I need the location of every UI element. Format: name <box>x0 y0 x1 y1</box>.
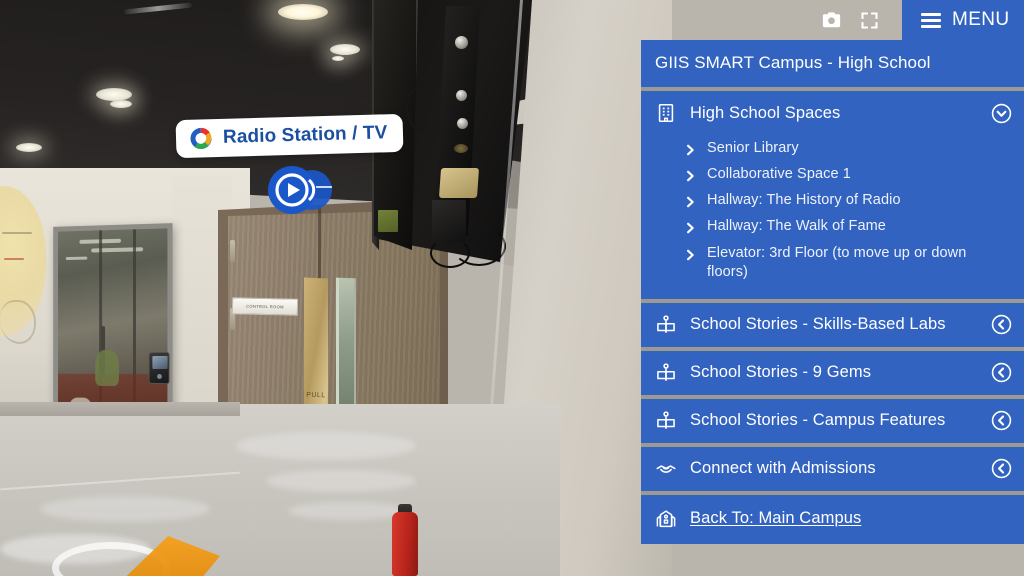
menu-section-connect-with-admissions: Connect with Admissions <box>641 447 1024 491</box>
chevron-right-icon <box>686 222 696 234</box>
menu-button[interactable]: MENU <box>902 0 1024 40</box>
chevron-down-circle-icon[interactable] <box>991 103 1012 124</box>
cable <box>430 238 470 268</box>
ceiling-light <box>110 100 132 108</box>
section-label: Connect with Admissions <box>690 459 978 478</box>
hotspot-label-text: Radio Station / TV <box>223 122 388 149</box>
section-sublist: Senior Library Collaborative Space 1 Hal… <box>641 135 1024 299</box>
ceiling-light <box>332 56 344 61</box>
list-item-label: Hallway: The History of Radio <box>707 191 901 210</box>
mount-bolt <box>455 36 468 49</box>
fullscreen-icon[interactable] <box>859 10 880 31</box>
list-item[interactable]: Elevator: 3rd Floor (to move up or down … <box>641 240 1024 286</box>
person-reading-book-icon <box>655 314 677 336</box>
mount-bolt <box>456 90 467 101</box>
person-reading-book-icon <box>655 410 677 432</box>
section-header[interactable]: School Stories - Skills-Based Labs <box>641 303 1024 347</box>
chevron-left-circle-icon[interactable] <box>991 362 1012 383</box>
floor-reflection <box>266 470 416 492</box>
list-item[interactable]: Hallway: The Walk of Fame <box>641 214 1024 240</box>
handshake-icon <box>655 458 677 480</box>
floor-skirting <box>0 402 240 416</box>
hamburger-icon <box>921 13 941 28</box>
menu-button-label: MENU <box>952 9 1010 31</box>
section-label: School Stories - Campus Features <box>690 411 978 430</box>
chevron-left-circle-icon[interactable] <box>991 314 1012 335</box>
list-item[interactable]: Collaborative Space 1 <box>641 161 1024 187</box>
fire-extinguisher <box>392 512 418 576</box>
chevron-right-icon <box>686 170 696 182</box>
back-link-label: Back To: Main Campus <box>690 509 861 528</box>
section-label: High School Spaces <box>690 104 978 123</box>
giis-swirl-logo <box>188 125 215 152</box>
interior-light <box>66 257 87 260</box>
section-header[interactable]: School Stories - Campus Features <box>641 399 1024 443</box>
section-label: School Stories - 9 Gems <box>690 363 978 382</box>
door-access-panel <box>149 352 170 384</box>
interior-plant <box>95 350 119 386</box>
ceiling-light <box>278 4 328 20</box>
back-to-main-campus-link[interactable]: Back To: Main Campus <box>641 495 1024 544</box>
wall-graphic-line <box>2 232 32 234</box>
chevron-right-icon <box>686 144 696 156</box>
campus-building-icon <box>655 508 677 530</box>
wall-graphic-curve <box>0 300 36 344</box>
building-icon <box>655 102 677 124</box>
mount-collar <box>439 168 479 198</box>
chevron-right-icon <box>686 249 696 261</box>
list-item[interactable]: Senior Library <box>641 135 1024 161</box>
tour-menu-panel: GIIS SMART Campus - High School High Sch… <box>641 40 1024 544</box>
list-item-label: Hallway: The Walk of Fame <box>707 217 886 236</box>
section-header[interactable]: Connect with Admissions <box>641 447 1024 491</box>
section-label: School Stories - Skills-Based Labs <box>690 315 978 334</box>
list-item-label: Collaborative Space 1 <box>707 165 851 184</box>
list-item-label: Elevator: 3rd Floor (to move up or down … <box>707 244 975 283</box>
door-hinge <box>230 240 235 262</box>
menu-section-campus-features: School Stories - Campus Features <box>641 399 1024 443</box>
chevron-left-circle-icon[interactable] <box>991 458 1012 479</box>
ceiling-light-strip <box>124 2 192 14</box>
section-header[interactable]: High School Spaces <box>641 91 1024 135</box>
mount-bolt <box>454 144 468 153</box>
menu-section-high-school-spaces: High School Spaces Senior Library Collab… <box>641 91 1024 299</box>
section-header[interactable]: School Stories - 9 Gems <box>641 351 1024 395</box>
menu-section-9-gems: School Stories - 9 Gems <box>641 351 1024 395</box>
floor-reflection <box>40 496 210 522</box>
toolbar-icon-group <box>820 0 902 40</box>
list-item[interactable]: Hallway: The History of Radio <box>641 188 1024 214</box>
person-reading-book-icon <box>655 362 677 384</box>
floor-reflection <box>236 432 416 460</box>
cable <box>406 86 434 130</box>
mount-bolt <box>457 118 468 129</box>
chevron-left-circle-icon[interactable] <box>991 410 1012 431</box>
viewer-toolbar: MENU <box>820 0 1024 40</box>
floor-reflection <box>288 502 408 520</box>
door-sign: CONTROL ROOM <box>232 297 298 315</box>
ceiling-light <box>330 44 360 55</box>
ceiling-light <box>16 143 42 152</box>
wall-graphic-line <box>4 258 24 260</box>
hotspot-label-radio-station[interactable]: Radio Station / TV <box>176 114 404 158</box>
access-panel-reader <box>157 374 162 379</box>
play-circle-icon[interactable] <box>268 163 334 217</box>
list-item-label: Senior Library <box>707 139 799 158</box>
camera-icon[interactable] <box>820 9 843 32</box>
panel-title: GIIS SMART Campus - High School <box>641 40 1024 87</box>
door-pull-label: PULL <box>305 392 327 400</box>
ceiling-light <box>96 88 132 101</box>
access-panel-screen <box>152 356 167 369</box>
equipment-label <box>378 210 398 232</box>
chevron-right-icon <box>686 196 696 208</box>
menu-section-skills-based-labs: School Stories - Skills-Based Labs <box>641 303 1024 347</box>
